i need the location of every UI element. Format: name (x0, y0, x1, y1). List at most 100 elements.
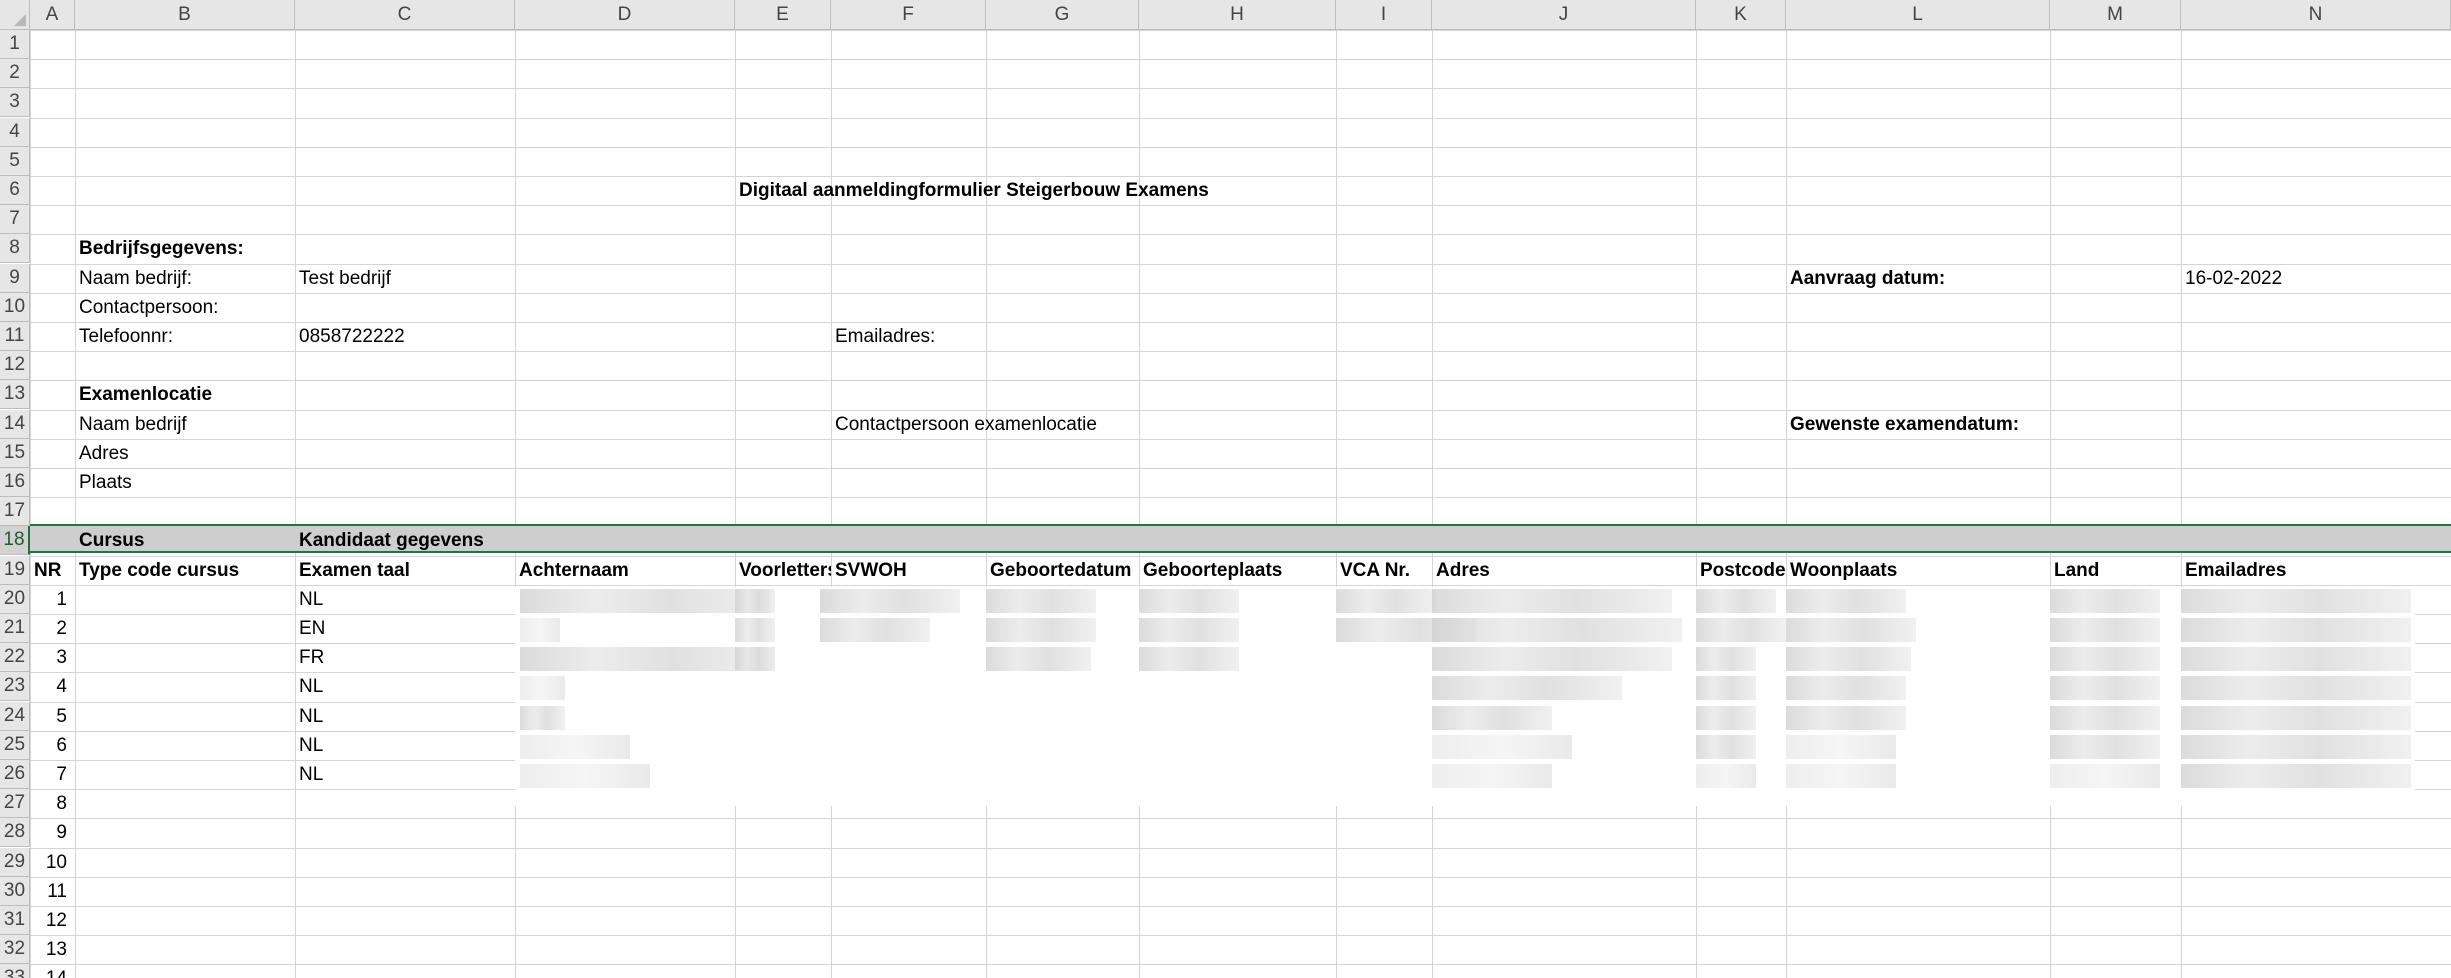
row-header-29[interactable]: 29 (0, 848, 30, 877)
redacted-data-15 (986, 618, 1096, 642)
exam-language-5: NL (299, 706, 324, 727)
table-header-11: Postcode (1700, 560, 1786, 581)
row-header-20[interactable]: 20 (0, 585, 30, 614)
column-header-f[interactable]: F (831, 0, 986, 30)
row-header-14[interactable]: 14 (0, 410, 30, 439)
redacted-data-27 (1432, 647, 1672, 671)
row-number-11: 11 (47, 881, 67, 902)
row-header-8[interactable]: 8 (0, 234, 30, 263)
redacted-data-13 (735, 618, 775, 642)
row-header-33[interactable]: 33 (0, 964, 30, 978)
row-header-25[interactable]: 25 (0, 731, 30, 760)
row-header-1[interactable]: 1 (0, 30, 30, 59)
redacted-data-1 (520, 589, 770, 613)
row-header-4[interactable]: 4 (0, 118, 30, 147)
row-header-17[interactable]: 17 (0, 497, 30, 526)
column-header-h[interactable]: H (1139, 0, 1336, 30)
redacted-data-46 (1696, 735, 1756, 759)
exam-language-4: NL (299, 676, 324, 697)
row-header-12[interactable]: 12 (0, 351, 30, 380)
column-header-i[interactable]: I (1336, 0, 1432, 30)
column-header-n[interactable]: N (2181, 0, 2451, 30)
location-city-label: Plaats (79, 472, 132, 493)
row-header-23[interactable]: 23 (0, 672, 30, 701)
column-header-d[interactable]: D (515, 0, 735, 30)
table-header-10: Adres (1436, 560, 1490, 581)
row-header-26[interactable]: 26 (0, 760, 30, 789)
row-header-16[interactable]: 16 (0, 468, 30, 497)
exam-language-3: FR (299, 647, 325, 668)
email-label: Emailadres: (835, 326, 936, 347)
redacted-data-32 (520, 676, 565, 700)
exam-language-1: NL (299, 589, 324, 610)
redacted-data-55 (2181, 764, 2411, 788)
row-header-3[interactable]: 3 (0, 88, 30, 117)
table-header-13: Land (2054, 560, 2100, 581)
row-header-6[interactable]: 6 (0, 176, 30, 205)
contact-person-label: Contactpersoon: (79, 297, 219, 318)
redacted-data-20 (1786, 618, 1916, 642)
redacted-data-9 (1786, 589, 1906, 613)
redacted-data-25 (986, 647, 1091, 671)
column-header-m[interactable]: M (2050, 0, 2181, 30)
company-section-heading: Bedrijfsgegevens: (79, 238, 244, 259)
course-section-heading: Cursus (79, 530, 145, 551)
row-header-13[interactable]: 13 (0, 380, 30, 409)
company-name-value: Test bedrijf (299, 268, 391, 289)
table-header-8: Geboorteplaats (1143, 560, 1283, 581)
redacted-data-6 (1336, 589, 1436, 613)
spreadsheet-grid[interactable]: A B C D E F G H I J K L M N 1 2 3 4 5 6 7 8 9 10 11 12 13 14 15 16 17 1… (0, 0, 2451, 978)
column-header-g[interactable]: G (986, 0, 1139, 30)
redacted-data-47 (1786, 735, 1896, 759)
location-contact-label: Contactpersoon examenlocatie (835, 414, 1097, 435)
column-header-j[interactable]: J (1432, 0, 1696, 30)
row-header-28[interactable]: 28 (0, 818, 30, 847)
redacted-data-31 (2181, 647, 2411, 671)
location-company-label: Naam bedrijf (79, 414, 187, 435)
row-header-10[interactable]: 10 (0, 293, 30, 322)
redacted-data-35 (1786, 676, 1906, 700)
select-all-corner[interactable] (0, 0, 30, 30)
column-header-k[interactable]: K (1696, 0, 1786, 30)
row-header-9[interactable]: 9 (0, 264, 30, 293)
row-header-24[interactable]: 24 (0, 702, 30, 731)
row-number-14: 14 (30, 964, 67, 978)
row-header-30[interactable]: 30 (0, 877, 30, 906)
row-header-5[interactable]: 5 (0, 147, 30, 176)
column-header-l[interactable]: L (1786, 0, 2050, 30)
column-header-a[interactable]: A (30, 0, 75, 30)
row-number-7: 7 (56, 764, 67, 785)
desired-exam-date-label: Gewenste examendatum: (1790, 414, 2020, 435)
row-header-15[interactable]: 15 (0, 439, 30, 468)
redacted-data-28 (1696, 647, 1756, 671)
candidate-section-heading: Kandidaat gegevens (299, 530, 484, 551)
row-header-18[interactable]: 18 (0, 526, 30, 555)
redacted-data-8 (1696, 589, 1776, 613)
column-header-e[interactable]: E (735, 0, 831, 30)
redacted-data-44 (520, 735, 630, 759)
row-header-19[interactable]: 19 (0, 556, 30, 585)
row-header-7[interactable]: 7 (0, 205, 30, 234)
redacted-data-2 (735, 589, 775, 613)
table-header-9: VCA Nr. (1340, 560, 1411, 581)
table-header-1: NR (34, 560, 62, 581)
row-header-22[interactable]: 22 (0, 643, 30, 672)
column-header-c[interactable]: C (295, 0, 515, 30)
table-header-12: Woonplaats (1790, 560, 1898, 581)
exam-language-6: NL (299, 735, 324, 756)
row-header-2[interactable]: 2 (0, 59, 30, 88)
row-header-32[interactable]: 32 (0, 935, 30, 964)
row-header-27[interactable]: 27 (0, 789, 30, 818)
company-name-label: Naam bedrijf: (79, 268, 192, 289)
redacted-data-16 (1139, 618, 1239, 642)
redacted-data-3 (820, 589, 960, 613)
redacted-data-48 (2050, 735, 2160, 759)
table-header-14: Emailadres (2185, 560, 2287, 581)
redacted-data-39 (1432, 706, 1552, 730)
row-header-11[interactable]: 11 (0, 322, 30, 351)
redacted-data-53 (1786, 764, 1896, 788)
row-header-31[interactable]: 31 (0, 906, 30, 935)
column-header-b[interactable]: B (75, 0, 295, 30)
row-header-21[interactable]: 21 (0, 614, 30, 643)
redacted-data-38 (520, 706, 565, 730)
